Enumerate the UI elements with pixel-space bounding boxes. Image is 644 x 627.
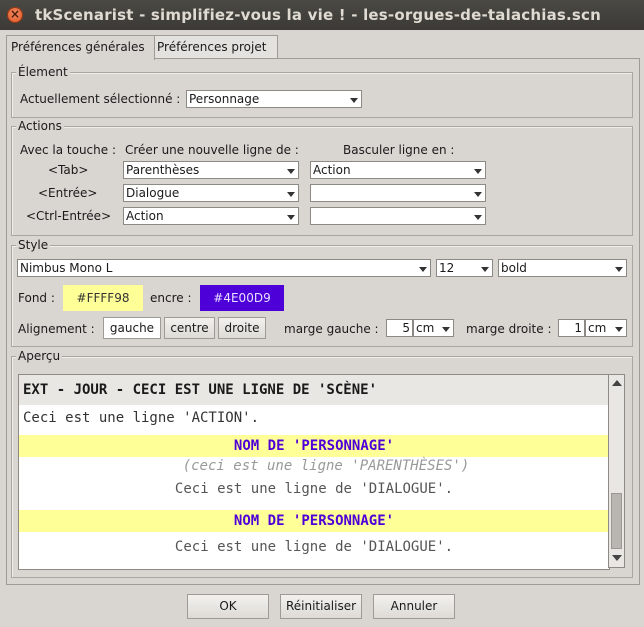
enter-toggle-combo[interactable] [310, 184, 486, 202]
style-legend: Style [16, 238, 51, 252]
ctrl-enter-toggle-combo[interactable] [310, 207, 486, 225]
title-bar: × tkScenarist - simplifiez-vous la vie !… [0, 0, 644, 30]
preview-character-line: NOM DE 'PERSONNAGE' [19, 435, 609, 457]
cancel-button[interactable]: Annuler [373, 594, 455, 619]
alignment-label: Alignement : [18, 322, 95, 336]
margin-left-label: marge gauche : [284, 322, 379, 336]
reset-button[interactable]: Réinitialiser [280, 594, 362, 619]
enter-new-line-value: Dialogue [126, 186, 180, 200]
chevron-down-icon [471, 208, 485, 224]
tab-new-line-combo[interactable]: Parenthèses [123, 161, 299, 179]
tab-toggle-value: Action [313, 163, 351, 177]
preview-dialogue-line: Ceci est une ligne de 'DIALOGUE'. [174, 539, 454, 555]
chevron-down-icon [347, 91, 361, 107]
key-tab-label: <Tab> [48, 163, 89, 177]
tab-project-preferences[interactable]: Préférences projet [152, 35, 278, 58]
enter-new-line-combo[interactable]: Dialogue [123, 184, 299, 202]
font-weight-value: bold [501, 261, 527, 275]
key-enter-label: <Entrée> [38, 186, 98, 200]
margin-left-unit-combo[interactable]: cm [413, 319, 454, 337]
margin-right-unit-combo[interactable]: cm [585, 319, 627, 337]
chevron-down-icon [284, 162, 298, 178]
tab-general-preferences[interactable]: Préférences générales [6, 35, 155, 60]
background-color-button[interactable]: #FFFF98 [63, 285, 143, 311]
preview-text-area[interactable]: EXT - JOUR - CECI EST UNE LIGNE DE 'SCÈN… [18, 374, 610, 570]
preview-action-line: Ceci est une ligne 'ACTION'. [23, 410, 260, 426]
margin-left-unit-value: cm [416, 321, 435, 335]
preview-parenthetical-line: (ceci est une ligne 'PARENTHÈSES') [182, 458, 470, 474]
margin-right-input[interactable]: 1 [558, 319, 585, 337]
ink-color-button[interactable]: #4E00D9 [200, 285, 284, 311]
chevron-down-icon [284, 208, 298, 224]
ctrl-enter-new-line-value: Action [126, 209, 164, 223]
scroll-thumb[interactable] [611, 493, 622, 549]
font-size-combo[interactable]: 12 [436, 259, 493, 277]
chevron-down-icon [471, 185, 485, 201]
element-legend: Élement [16, 65, 70, 79]
selected-element-value: Personnage [189, 92, 260, 106]
chevron-down-icon [439, 320, 453, 336]
preview-scene-line: EXT - JOUR - CECI EST UNE LIGNE DE 'SCÈN… [19, 375, 609, 405]
align-right-button[interactable]: droite [218, 317, 266, 339]
window-title: tkScenarist - simplifiez-vous la vie ! -… [35, 6, 602, 24]
background-label: Fond : [18, 291, 55, 305]
key-column-header: Avec la touche : [20, 143, 116, 157]
selected-element-combo[interactable]: Personnage [186, 90, 362, 108]
preview-character-line: NOM DE 'PERSONNAGE' [19, 510, 609, 532]
tab-new-line-value: Parenthèses [126, 163, 200, 177]
tab-toggle-combo[interactable]: Action [310, 161, 486, 179]
scroll-up-icon[interactable] [612, 380, 622, 386]
ok-button[interactable]: OK [187, 594, 269, 619]
font-weight-combo[interactable]: bold [498, 259, 627, 277]
selected-element-label: Actuellement sélectionné : [20, 92, 181, 106]
chevron-down-icon [471, 162, 485, 178]
chevron-down-icon [416, 260, 430, 276]
key-ctrl-enter-label: <Ctrl-Entrée> [26, 209, 112, 223]
chevron-down-icon [612, 320, 626, 336]
preview-dialogue-line: Ceci est une ligne de 'DIALOGUE'. [174, 481, 454, 497]
font-family-value: Nimbus Mono L [20, 261, 113, 275]
toggle-column-header: Basculer ligne en : [343, 143, 455, 157]
chevron-down-icon [284, 185, 298, 201]
preview-legend: Aperçu [16, 349, 63, 363]
scroll-down-icon[interactable] [612, 555, 622, 561]
chevron-down-icon [612, 260, 626, 276]
margin-right-unit-value: cm [588, 321, 607, 335]
preview-scrollbar[interactable] [608, 374, 625, 568]
font-family-combo[interactable]: Nimbus Mono L [17, 259, 431, 277]
window-close-button[interactable]: × [7, 7, 23, 23]
ink-label: encre : [150, 291, 192, 305]
align-center-button[interactable]: centre [164, 317, 215, 339]
new-line-column-header: Créer une nouvelle ligne de : [125, 143, 299, 157]
align-left-button[interactable]: gauche [103, 317, 161, 339]
close-icon: × [9, 7, 21, 21]
margin-right-label: marge droite : [466, 322, 552, 336]
font-size-value: 12 [439, 261, 455, 275]
ctrl-enter-new-line-combo[interactable]: Action [123, 207, 299, 225]
margin-left-input[interactable]: 5 [386, 319, 413, 337]
actions-legend: Actions [16, 119, 64, 133]
chevron-down-icon [478, 260, 492, 276]
